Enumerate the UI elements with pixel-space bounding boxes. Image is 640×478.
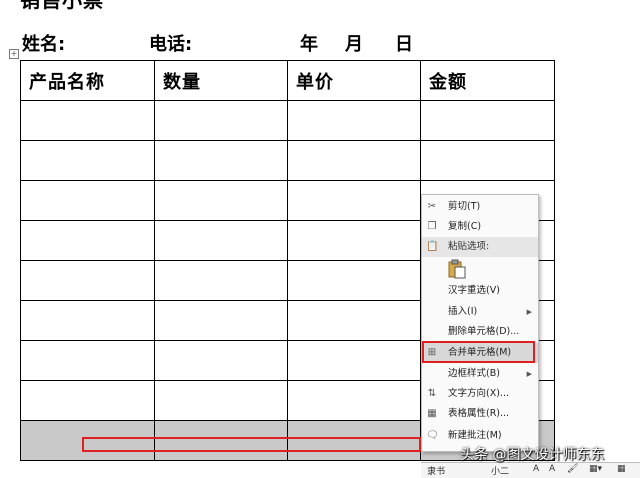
phone-label: 电话:	[149, 34, 193, 55]
submenu-arrow-icon: ▶	[526, 370, 532, 378]
menu-section-paste-options: 📋 粘贴选项:	[422, 237, 538, 257]
table-row	[20, 140, 555, 181]
grow-font-icon[interactable]: A	[533, 464, 539, 474]
table-cell[interactable]	[420, 100, 555, 141]
watermark: 头条 @图文设计师东东	[460, 447, 605, 463]
table-cell[interactable]	[287, 180, 421, 221]
day-label: 日	[395, 34, 413, 55]
paste-keep-format-icon[interactable]	[448, 259, 466, 279]
menu-item-insert[interactable]: 插入(I) ▶	[422, 302, 538, 322]
selection-highlight-box	[82, 437, 421, 452]
table-cell[interactable]	[20, 220, 155, 261]
context-menu: ✂ 剪切(T) ❐ 复制(C) 📋 粘贴选项: 汉字重选(V) 插入(I) ▶ …	[421, 194, 539, 452]
table-cell[interactable]	[154, 140, 288, 181]
table-cell[interactable]	[154, 220, 288, 261]
menu-item-text-direction[interactable]: ⇅ 文字方向(X)...	[422, 384, 538, 404]
copy-icon: ❐	[427, 221, 437, 232]
table-cell[interactable]	[20, 300, 155, 341]
table-cell[interactable]	[287, 220, 421, 261]
name-label: 姓名:	[22, 34, 66, 55]
mini-toolbar: 隶书 小二 A A 🖌 ▦▾ ▦	[421, 462, 640, 478]
merge-cells-icon: ⊞	[427, 347, 437, 358]
menu-item-table-properties[interactable]: ▦ 表格属性(R)...	[422, 404, 538, 424]
menu-item-new-comment[interactable]: 🗨 新建批注(M)	[422, 426, 538, 446]
table-header-row: 产品名称 数量 单价 金额	[20, 60, 555, 101]
paste-icon: 📋	[426, 241, 439, 252]
table-cell[interactable]	[20, 340, 155, 381]
menu-item-copy[interactable]: ❐ 复制(C)	[422, 217, 538, 237]
table-move-handle-icon[interactable]: +	[9, 49, 19, 59]
table-cell[interactable]	[20, 380, 155, 421]
submenu-arrow-icon: ▶	[526, 308, 532, 316]
info-row: 姓名: 电话: 年 月 日	[22, 30, 442, 56]
table-cell[interactable]	[20, 100, 155, 141]
header-cell[interactable]: 金额	[420, 60, 555, 101]
table-cell[interactable]	[287, 100, 421, 141]
document-title: 销售小票	[20, 0, 104, 12]
table-cell[interactable]	[20, 260, 155, 301]
table-cell[interactable]	[20, 140, 155, 181]
header-cell[interactable]: 产品名称	[20, 60, 155, 101]
header-cell[interactable]: 单价	[287, 60, 421, 101]
month-label: 月	[345, 34, 363, 55]
shrink-font-icon[interactable]: A	[549, 464, 555, 474]
table-cell[interactable]	[287, 380, 421, 421]
menu-item-delete-cells[interactable]: 删除单元格(D)...	[422, 322, 538, 342]
header-cell[interactable]: 数量	[154, 60, 288, 101]
year-label: 年	[300, 34, 318, 55]
table-cell[interactable]	[154, 380, 288, 421]
menu-item-reselect[interactable]: 汉字重选(V)	[422, 281, 538, 301]
table-cell[interactable]	[287, 340, 421, 381]
menu-item-cut[interactable]: ✂ 剪切(T)	[422, 197, 538, 217]
table-insert-icon[interactable]: ▦▾	[589, 464, 602, 474]
table-cell[interactable]	[154, 300, 288, 341]
table-borders-icon[interactable]: ▦	[617, 464, 626, 474]
table-cell[interactable]	[154, 340, 288, 381]
menu-item-merge-cells[interactable]: ⊞ 合并单元格(M)	[422, 343, 538, 363]
new-comment-icon: 🗨	[426, 430, 439, 441]
scissors-icon: ✂	[427, 201, 437, 212]
menu-item-border-style[interactable]: 边框样式(B) ▶	[422, 364, 538, 384]
table-cell[interactable]	[154, 260, 288, 301]
text-direction-icon: ⇅	[427, 388, 437, 399]
format-painter-icon[interactable]: 🖌	[567, 464, 578, 474]
table-cell[interactable]	[287, 300, 421, 341]
font-size-select[interactable]: 小二	[491, 464, 509, 477]
table-cell[interactable]	[287, 140, 421, 181]
table-cell[interactable]	[154, 100, 288, 141]
table-cell[interactable]	[154, 180, 288, 221]
table-cell[interactable]	[287, 260, 421, 301]
table-properties-icon: ▦	[427, 408, 437, 419]
table-cell[interactable]	[420, 140, 555, 181]
table-cell[interactable]	[20, 180, 155, 221]
font-select[interactable]: 隶书	[427, 464, 445, 477]
table-row	[20, 100, 555, 141]
